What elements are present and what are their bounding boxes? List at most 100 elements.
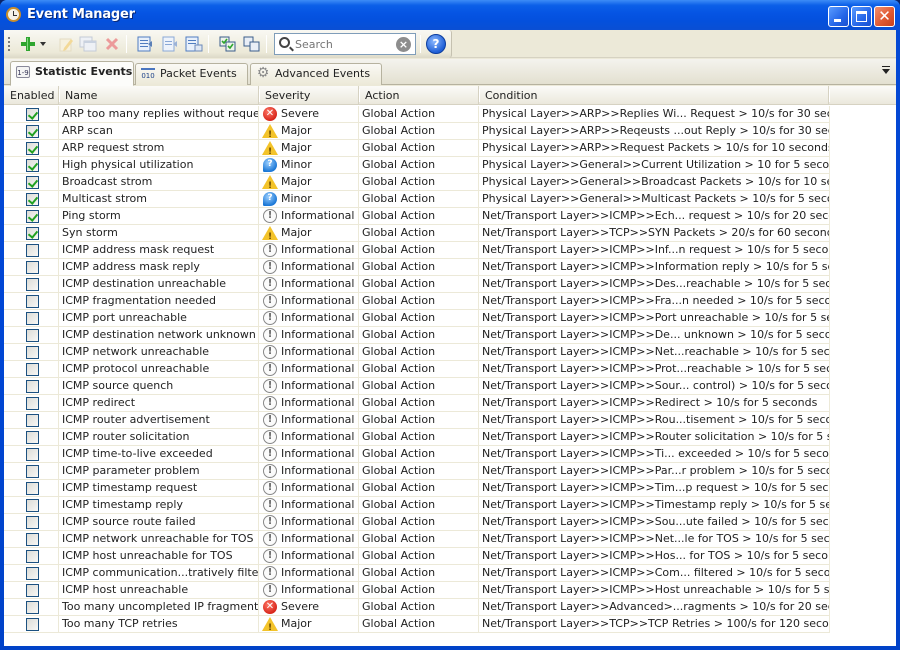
help-button[interactable]: ? bbox=[426, 34, 446, 54]
table-row[interactable]: ICMP destination network unknown! Informa… bbox=[4, 327, 830, 344]
export-all-button[interactable] bbox=[184, 34, 204, 54]
enabled-checkbox[interactable] bbox=[26, 193, 39, 206]
severity-cell: Major bbox=[259, 123, 359, 139]
toolbar-grip-handle[interactable] bbox=[8, 37, 10, 51]
column-header-name[interactable]: Name bbox=[59, 86, 260, 105]
table-row[interactable]: ICMP timestamp request! Informational Glob… bbox=[4, 480, 830, 497]
enabled-checkbox[interactable] bbox=[26, 601, 39, 614]
table-row[interactable]: ICMP redirect! Informational Global Action… bbox=[4, 395, 830, 412]
add-dropdown-button[interactable] bbox=[38, 34, 48, 54]
enabled-checkbox[interactable] bbox=[26, 431, 39, 444]
enabled-checkbox[interactable] bbox=[26, 210, 39, 223]
clear-search-icon[interactable]: × bbox=[396, 37, 411, 52]
minimize-button[interactable] bbox=[828, 6, 849, 27]
tab-label: Statistic Events bbox=[35, 65, 133, 78]
delete-button[interactable] bbox=[102, 34, 122, 54]
table-row[interactable]: Multicast strom? Minor Global Action Physic… bbox=[4, 191, 830, 208]
table-row[interactable]: ICMP port unreachable! Informational Globa… bbox=[4, 310, 830, 327]
table-row[interactable]: ICMP source route failed! Informational Gl… bbox=[4, 514, 830, 531]
enabled-checkbox[interactable] bbox=[26, 227, 39, 240]
severity-label: Informational bbox=[281, 549, 355, 562]
enabled-checkbox[interactable] bbox=[26, 584, 39, 597]
table-row[interactable]: Syn storm Major Global ActionNet/Transport… bbox=[4, 225, 830, 242]
severity-cell: ! Informational bbox=[259, 412, 359, 428]
informational-icon: ! bbox=[263, 260, 277, 274]
enabled-checkbox[interactable] bbox=[26, 533, 39, 546]
action-cell: Global Action bbox=[359, 106, 479, 122]
disable-all-button[interactable] bbox=[242, 34, 262, 54]
tab-packet-events[interactable]: 010 Packet Events bbox=[135, 63, 248, 85]
table-row[interactable]: ICMP router advertisement! Informational G… bbox=[4, 412, 830, 429]
edit-button[interactable] bbox=[56, 34, 76, 54]
enabled-checkbox[interactable] bbox=[26, 108, 39, 121]
table-row[interactable]: ICMP parameter problem! Informational Glob… bbox=[4, 463, 830, 480]
import-icon bbox=[137, 36, 152, 52]
table-row[interactable]: ICMP timestamp reply! Informational Global… bbox=[4, 497, 830, 514]
column-header-severity[interactable]: Severity bbox=[259, 86, 360, 105]
enabled-checkbox[interactable] bbox=[26, 346, 39, 359]
import-button[interactable] bbox=[136, 34, 156, 54]
table-row[interactable]: Too many uncompleted IP fragments ✕ Severe… bbox=[4, 599, 830, 616]
table-row[interactable]: Too many TCP retries Major Global ActionNe… bbox=[4, 616, 830, 633]
export-button[interactable] bbox=[160, 34, 180, 54]
tab-list-menu-icon[interactable] bbox=[882, 66, 890, 74]
enabled-checkbox[interactable] bbox=[26, 482, 39, 495]
table-row[interactable]: ICMP router solicitation! Informational Gl… bbox=[4, 429, 830, 446]
table-row[interactable]: ARP scan Major Global ActionPhysical Layer… bbox=[4, 123, 830, 140]
add-button[interactable] bbox=[18, 34, 38, 54]
search-box[interactable]: × bbox=[274, 33, 416, 55]
enabled-checkbox[interactable] bbox=[26, 380, 39, 393]
enabled-checkbox[interactable] bbox=[26, 397, 39, 410]
table-row[interactable]: ICMP time-to-live exceeded! Informational… bbox=[4, 446, 830, 463]
table-row[interactable]: ICMP network unreachable for TOS! Informa… bbox=[4, 531, 830, 548]
table-row[interactable]: ICMP host unreachable! Informational Globa… bbox=[4, 582, 830, 599]
table-row[interactable]: ARP request strom Major Global ActionPhysi… bbox=[4, 140, 830, 157]
table-row[interactable]: ICMP fragmentation needed! Informational G… bbox=[4, 293, 830, 310]
table-row[interactable]: ARP too many replies without request ✕ Sev… bbox=[4, 106, 830, 123]
enabled-checkbox[interactable] bbox=[26, 363, 39, 376]
column-header-action[interactable]: Action bbox=[359, 86, 480, 105]
table-row[interactable]: ICMP communication...tratively filtered!… bbox=[4, 565, 830, 582]
column-header-enabled[interactable]: Enabled bbox=[4, 86, 60, 105]
title-bar[interactable]: Event Manager ✕ bbox=[0, 0, 900, 30]
maximize-button[interactable] bbox=[851, 6, 872, 27]
table-row[interactable]: Ping storm! Informational Global Action Net… bbox=[4, 208, 830, 225]
enabled-checkbox[interactable] bbox=[26, 312, 39, 325]
tab-advanced-events[interactable]: ⚙ Advanced Events bbox=[250, 63, 382, 85]
enabled-checkbox[interactable] bbox=[26, 567, 39, 580]
enabled-checkbox[interactable] bbox=[26, 499, 39, 512]
enabled-checkbox[interactable] bbox=[26, 295, 39, 308]
enabled-checkbox[interactable] bbox=[26, 414, 39, 427]
enabled-checkbox[interactable] bbox=[26, 550, 39, 563]
close-button[interactable]: ✕ bbox=[874, 6, 895, 27]
enabled-checkbox[interactable] bbox=[26, 261, 39, 274]
enabled-checkbox[interactable] bbox=[26, 618, 39, 631]
enable-all-button[interactable] bbox=[218, 34, 238, 54]
table-row[interactable]: ICMP destination unreachable! Information… bbox=[4, 276, 830, 293]
table-row[interactable]: ICMP protocol unreachable! Informational G… bbox=[4, 361, 830, 378]
enabled-checkbox[interactable] bbox=[26, 448, 39, 461]
tab-statistic-events[interactable]: 1-9 Statistic Events bbox=[10, 61, 134, 86]
enabled-checkbox[interactable] bbox=[26, 329, 39, 342]
enabled-checkbox[interactable] bbox=[26, 125, 39, 138]
enabled-checkbox[interactable] bbox=[26, 176, 39, 189]
table-row[interactable]: ICMP address mask reply! Informational Glo… bbox=[4, 259, 830, 276]
duplicate-button[interactable] bbox=[78, 34, 98, 54]
table-row[interactable]: Broadcast strom Major Global ActionPhysica… bbox=[4, 174, 830, 191]
enabled-checkbox[interactable] bbox=[26, 278, 39, 291]
enabled-checkbox[interactable] bbox=[26, 244, 39, 257]
search-input[interactable] bbox=[295, 36, 393, 52]
action-cell: Global Action bbox=[359, 463, 479, 479]
column-header-condition[interactable]: Condition bbox=[479, 86, 830, 105]
enabled-checkbox[interactable] bbox=[26, 142, 39, 155]
enabled-checkbox[interactable] bbox=[26, 159, 39, 172]
enabled-cell bbox=[4, 497, 59, 513]
table-row[interactable]: ICMP source quench! Informational Global A… bbox=[4, 378, 830, 395]
enabled-checkbox[interactable] bbox=[26, 516, 39, 529]
enabled-checkbox[interactable] bbox=[26, 465, 39, 478]
warning-triangle-icon bbox=[262, 124, 278, 139]
table-row[interactable]: ICMP host unreachable for TOS! Informatio… bbox=[4, 548, 830, 565]
table-row[interactable]: ICMP address mask request! Informational G… bbox=[4, 242, 830, 259]
table-row[interactable]: ICMP network unreachable! Informational Gl… bbox=[4, 344, 830, 361]
table-row[interactable]: High physical utilization? Minor Global Ac… bbox=[4, 157, 830, 174]
